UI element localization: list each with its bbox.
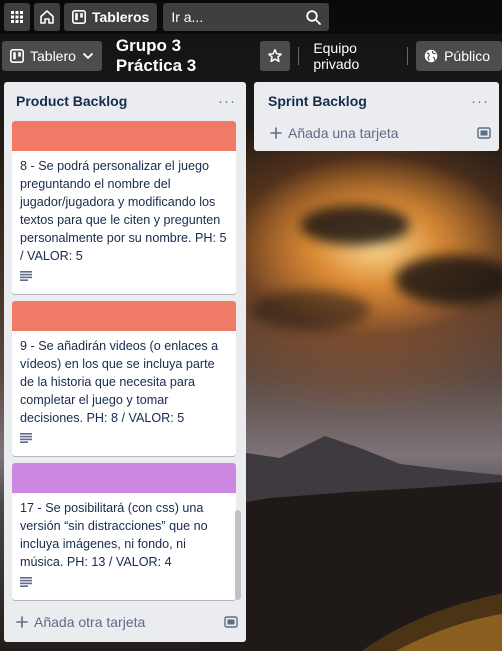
list-product-backlog: Product Backlog ··· 8 - Se podrá persona…	[4, 82, 246, 642]
search-icon	[306, 9, 322, 25]
apps-grid-icon	[11, 11, 23, 23]
board-header: Tablero Grupo 3 Práctica 3 Equipo privad…	[0, 36, 502, 76]
list-title[interactable]: Product Backlog	[16, 93, 127, 109]
card-9[interactable]: 9 - Se añadirán videos (o enlaces a víde…	[12, 301, 236, 456]
card-17[interactable]: 17 - Se posibilitará (con css) una versi…	[12, 463, 236, 600]
star-board-button[interactable]	[260, 41, 291, 71]
list-scrollbar[interactable]	[235, 510, 241, 600]
divider	[407, 47, 409, 65]
card-cover	[12, 463, 236, 493]
card-title: 17 - Se posibilitará (con css) una versi…	[20, 501, 208, 569]
search-input[interactable]: Ir a...	[163, 3, 330, 31]
divider	[298, 47, 300, 65]
chevron-down-icon	[83, 53, 93, 59]
boards-label: Tableros	[92, 9, 150, 25]
boards-button[interactable]: Tableros	[64, 3, 158, 31]
plus-icon	[16, 616, 28, 628]
plus-icon	[270, 127, 282, 139]
more-icon[interactable]: ···	[218, 93, 236, 110]
add-card-label: Añada una tarjeta	[288, 125, 399, 141]
list-title[interactable]: Sprint Backlog	[268, 93, 367, 109]
add-card-button[interactable]: Añada una tarjeta	[270, 125, 399, 141]
card-title: 9 - Se añadirán videos (o enlaces a víde…	[20, 339, 219, 425]
list-footer: Añada una tarjeta	[254, 115, 499, 151]
list-footer: Añada otra tarjeta	[4, 602, 246, 642]
top-header: Tableros Ir a...	[0, 0, 502, 34]
home-button[interactable]	[34, 3, 60, 31]
board-view-switcher[interactable]: Tablero	[2, 41, 102, 71]
list-sprint-backlog: Sprint Backlog ··· Añada una tarjeta	[254, 82, 499, 151]
card-container: 8 - Se podrá personalizar el juego pregu…	[4, 120, 246, 651]
boards-icon	[10, 49, 24, 63]
description-icon	[20, 577, 32, 587]
card-cover	[12, 121, 236, 151]
card-badges	[12, 571, 236, 595]
card-8[interactable]: 8 - Se podrá personalizar el juego pregu…	[12, 121, 236, 294]
description-icon	[20, 433, 32, 443]
public-label: Público	[444, 48, 490, 64]
public-visibility-button[interactable]: Público	[416, 41, 502, 71]
description-icon	[20, 271, 32, 281]
card-cover	[12, 301, 236, 331]
team-visibility-button[interactable]: Equipo privado	[307, 40, 399, 72]
home-icon	[40, 10, 54, 24]
card-title: 8 - Se podrá personalizar el juego pregu…	[20, 159, 227, 263]
add-card-button[interactable]: Añada otra tarjeta	[16, 614, 145, 630]
globe-icon	[424, 49, 438, 63]
card-badges	[12, 265, 236, 289]
card-badges	[12, 427, 236, 451]
boards-icon	[72, 10, 86, 24]
add-card-label: Añada otra tarjeta	[34, 614, 146, 630]
list-header: Product Backlog ···	[4, 82, 246, 120]
search-placeholder: Ir a...	[171, 9, 204, 25]
template-icon[interactable]	[477, 126, 491, 140]
more-icon[interactable]: ···	[471, 93, 489, 110]
template-icon[interactable]	[224, 615, 238, 629]
board-view-label: Tablero	[30, 48, 76, 64]
star-icon	[268, 49, 283, 63]
board-title[interactable]: Grupo 3 Práctica 3	[110, 36, 253, 76]
apps-button[interactable]	[4, 3, 30, 31]
